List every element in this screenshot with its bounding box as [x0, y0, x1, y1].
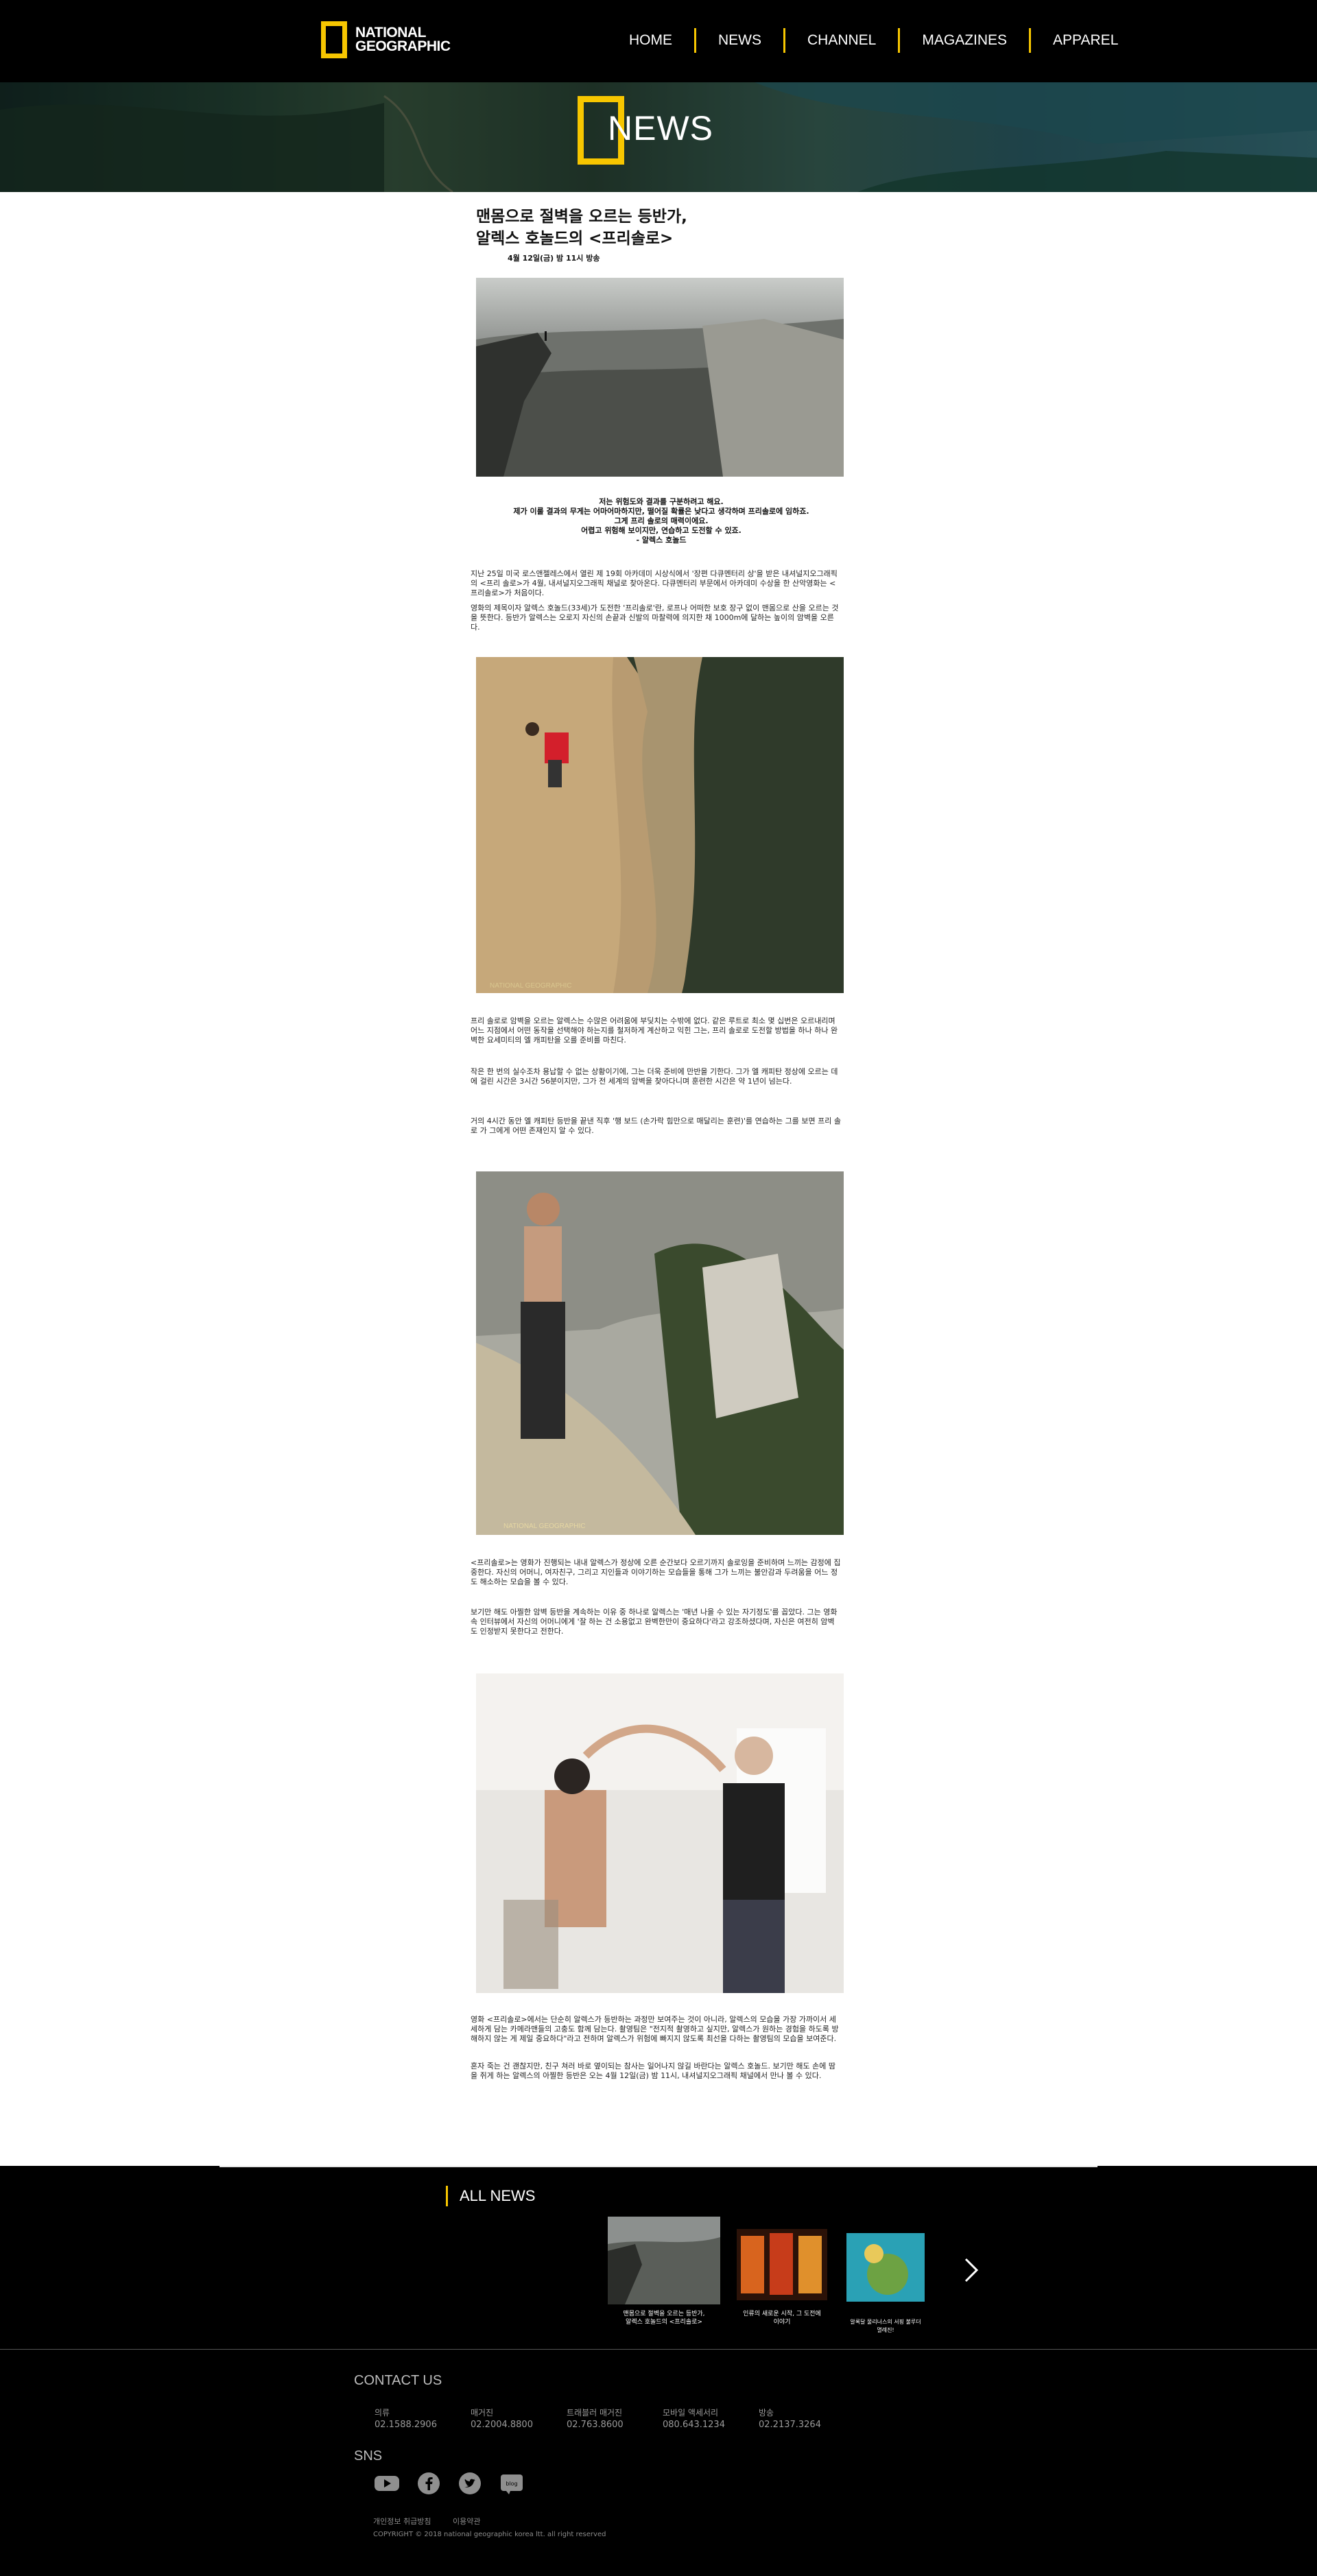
article-paragraph: 혼자 죽는 건 괜찮지만, 친구 쳐러 바로 옆이되는 참사는 일어나지 않길 … [471, 2062, 835, 2080]
article-photo-indoor [476, 1673, 844, 1993]
article-paragraph: 보기만 해도 아찔한 암벽 등반을 계속하는 이유 중 하나로 알렉스는 '매년… [471, 1608, 838, 1636]
contact-item: 트래블러 매거진 02.763.8600 [567, 2408, 624, 2430]
copyright: COPYRIGHT © 2018 national geographic kor… [373, 2531, 606, 2538]
blog-icon[interactable]: blog [499, 2472, 524, 2498]
article-paragraph: 작은 한 번의 실수조차 용납할 수 없는 상황이기에, 그는 더욱 준비에 만… [471, 1067, 838, 1086]
contact-item: 모바일 액세서리 080.643.1234 [663, 2408, 725, 2430]
national-geographic-logo[interactable]: NATIONAL GEOGRAPHIC [321, 21, 451, 59]
all-news-title: ALL NEWS [460, 2187, 536, 2204]
section-divider [220, 2166, 1098, 2167]
news-thumbnail[interactable] [608, 2217, 720, 2304]
twitter-icon[interactable] [458, 2472, 482, 2498]
nav-news[interactable]: NEWS [696, 27, 783, 54]
news-thumbnail-caption[interactable]: 알록달 물리너스의 서핑 불루더 멸례진! [841, 2318, 930, 2335]
banner-title: NEWS [608, 109, 713, 147]
article-paragraph: <프리솔로>는 영화가 진행되는 내내 알렉스가 정상에 오른 순간보다 오르기… [471, 1558, 841, 1586]
article-photo-cliff [476, 278, 844, 477]
footer-divider [0, 2349, 1317, 2350]
logo-text: NATIONAL GEOGRAPHIC [355, 25, 451, 54]
photo-watermark: NATIONAL GEOGRAPHIC [503, 1523, 585, 1530]
contact-item: 매거진 02.2004.8800 [471, 2408, 533, 2430]
article-date: 4월 12일(금) 밤 11시 방송 [508, 254, 600, 263]
news-thumbnail[interactable] [846, 2233, 925, 2302]
article-title: 맨몸으로 절벽을 오르는 등반가, 알렉스 호놀드의 <프리솔로> [476, 208, 687, 248]
contact-item: 의류 02.1588.2906 [375, 2408, 437, 2430]
yellow-accent-bar [446, 2186, 448, 2206]
nav-channel[interactable]: CHANNEL [785, 27, 898, 54]
chevron-right-icon[interactable] [960, 2256, 981, 2284]
contact-item: 방송 02.2137.3264 [759, 2408, 821, 2430]
contact-title: CONTACT US [354, 2373, 442, 2388]
article-photo-climber: NATIONAL GEOGRAPHIC [476, 657, 844, 993]
article-paragraph: 영화의 제목이자 알렉스 호놀드(33세)가 도전한 '프리솔로'란, 로프나 … [471, 604, 839, 632]
privacy-policy-link[interactable]: 개인정보 취급방침 [373, 2516, 431, 2527]
nav-magazines[interactable]: MAGAZINES [900, 27, 1029, 54]
news-thumbnail[interactable] [737, 2229, 827, 2300]
nav-home[interactable]: HOME [607, 27, 694, 54]
nav-apparel[interactable]: APPAREL [1031, 27, 1140, 54]
article-paragraph: 영화 <프리솔로>에서는 단순히 알렉스가 등반하는 과정만 보여주는 것이 아… [471, 2015, 839, 2043]
article-quote: 저는 위험도와 결과를 구분하려고 해요. 제가 이룰 결과의 무게는 어마어마… [513, 497, 809, 545]
article-paragraph: 지난 25일 미국 로스앤젤레스에서 열린 제 19회 아카데미 시상식에서 '… [471, 569, 838, 597]
svg-text:blog: blog [506, 2481, 517, 2487]
facebook-icon[interactable] [417, 2472, 440, 2498]
main-nav: HOME NEWS CHANNEL MAGAZINES APPAREL [607, 26, 1140, 55]
yellow-border-icon [321, 21, 347, 58]
terms-link[interactable]: 이용약관 [453, 2516, 480, 2527]
sns-title: SNS [354, 2448, 383, 2464]
article-paragraph: 거의 4시간 동안 엘 캐피탄 등반을 끝낸 직후 '행 보드 (손가락 힘만으… [471, 1117, 841, 1135]
news-thumbnail-caption[interactable]: 맨몸으로 절벽을 오르는 등반가, 알렉스 호놀드의 <프리솔로> [597, 2310, 731, 2326]
footer [0, 2348, 1317, 2576]
article-paragraph: 프리 솔로로 암벽을 오르는 알렉스는 수많은 어려움에 부딪치는 수밖에 없다… [471, 1016, 838, 1045]
photo-watermark: NATIONAL GEOGRAPHIC [490, 982, 571, 990]
article-photo-summit: NATIONAL GEOGRAPHIC [476, 1171, 844, 1535]
news-thumbnail-caption[interactable]: 인류의 새로운 시작, 그 도전에 이야기 [727, 2310, 837, 2326]
youtube-icon[interactable] [373, 2472, 401, 2496]
